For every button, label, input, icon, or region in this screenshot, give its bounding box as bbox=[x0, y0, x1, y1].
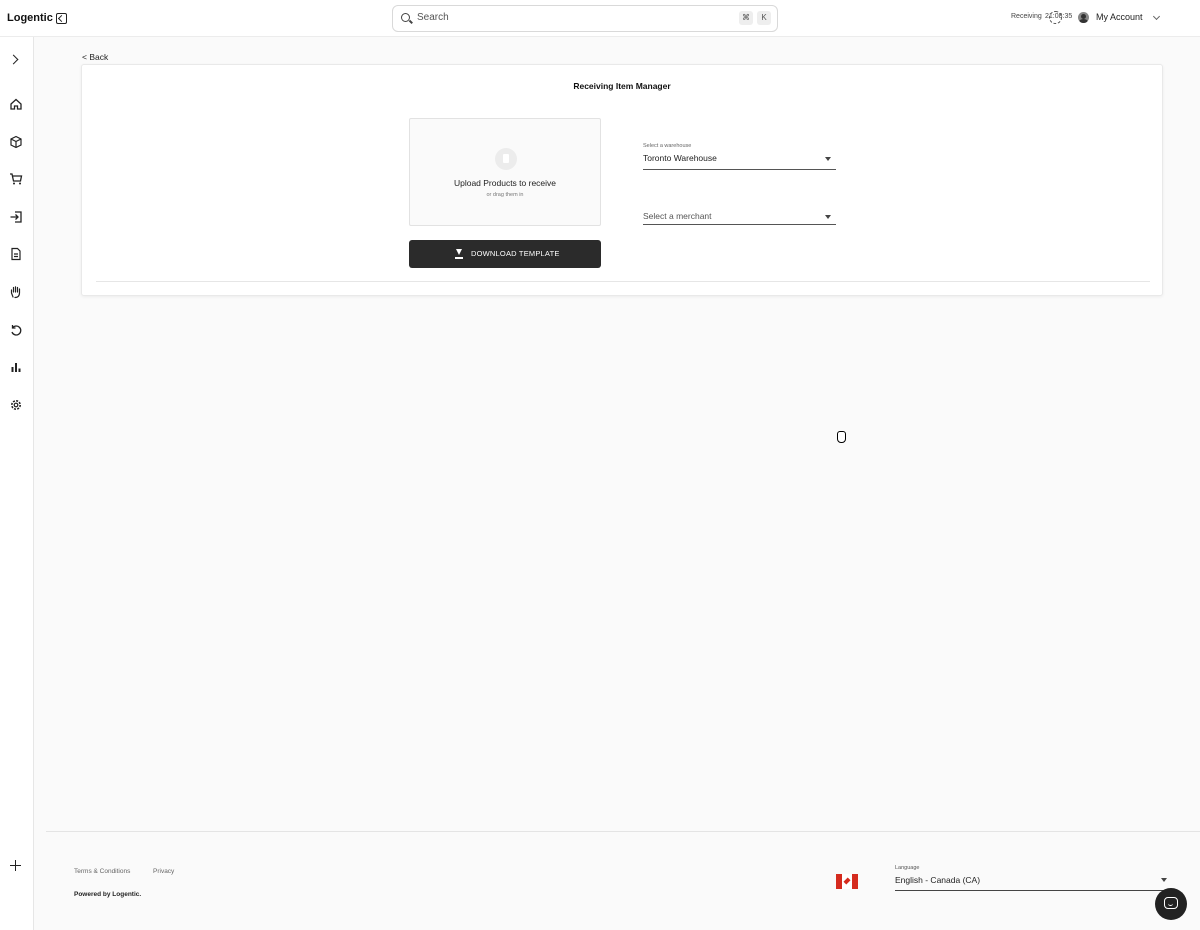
gear-icon[interactable] bbox=[9, 398, 23, 412]
caret-down-icon bbox=[825, 215, 831, 219]
home-icon[interactable] bbox=[9, 97, 23, 111]
divider bbox=[96, 281, 1150, 282]
warehouse-select[interactable]: Select a warehouse Toronto Warehouse bbox=[643, 141, 836, 170]
back-link[interactable]: < Back bbox=[82, 52, 108, 62]
sync-icon bbox=[1049, 11, 1062, 24]
upload-dropzone[interactable]: Upload Products to receive or drag them … bbox=[409, 118, 601, 226]
canada-flag-icon bbox=[836, 874, 858, 889]
download-template-label: DOWNLOAD TEMPLATE bbox=[471, 249, 560, 258]
download-template-button[interactable]: DOWNLOAD TEMPLATE bbox=[409, 240, 846, 443]
chevron-right-icon[interactable] bbox=[8, 54, 19, 65]
language-label: Language bbox=[895, 865, 920, 871]
avatar[interactable] bbox=[1078, 12, 1089, 23]
privacy-link[interactable]: Privacy bbox=[153, 868, 174, 875]
inbound-icon[interactable] bbox=[9, 210, 23, 224]
app-logo-text: Logentic bbox=[7, 12, 53, 24]
terms-link[interactable]: Terms & Conditions bbox=[74, 868, 130, 875]
merchant-select[interactable]: Select a merchant bbox=[643, 208, 836, 225]
language-value: English - Canada (CA) bbox=[895, 875, 981, 885]
merchant-placeholder: Select a merchant bbox=[643, 211, 712, 221]
powered-by-text: Powered by Logentic. bbox=[74, 891, 142, 898]
top-bar: Logentic Search ⌘ K Receiving 21:08:35 M… bbox=[0, 0, 1200, 37]
file-upload-icon bbox=[495, 148, 517, 170]
chat-button[interactable] bbox=[1155, 888, 1187, 920]
shortcut-key: K bbox=[757, 11, 771, 25]
document-icon[interactable] bbox=[9, 247, 23, 261]
box-icon[interactable] bbox=[9, 135, 23, 149]
search-icon bbox=[401, 13, 410, 22]
caret-down-icon bbox=[1161, 878, 1167, 882]
upload-subtitle: or drag them in bbox=[486, 192, 524, 198]
upload-title: Upload Products to receive bbox=[453, 178, 557, 188]
collapse-sidebar-icon[interactable] bbox=[55, 12, 67, 24]
cart-icon[interactable] bbox=[9, 172, 23, 186]
search-input[interactable]: Search bbox=[417, 12, 449, 23]
download-icon bbox=[455, 249, 463, 259]
plus-icon[interactable] bbox=[10, 860, 21, 871]
undo-icon[interactable] bbox=[9, 323, 23, 337]
footer-divider bbox=[46, 831, 1200, 832]
warehouse-label: Select a warehouse bbox=[643, 143, 692, 149]
language-select[interactable]: Language English - Canada (CA) bbox=[895, 864, 1171, 891]
page-title: Receiving Item Manager bbox=[573, 81, 671, 91]
receiving-card: Receiving Item Manager Upload Products t… bbox=[81, 64, 1163, 443]
command-key-icon: ⌘ bbox=[739, 11, 753, 25]
sidebar bbox=[0, 37, 34, 930]
warehouse-value: Toronto Warehouse bbox=[643, 153, 717, 163]
chevron-down-icon[interactable] bbox=[1152, 12, 1161, 21]
app-logo[interactable]: Logentic bbox=[7, 12, 67, 24]
bar-chart-icon[interactable] bbox=[9, 360, 23, 374]
chat-icon bbox=[1164, 897, 1178, 909]
caret-down-icon bbox=[825, 157, 831, 161]
search-bar[interactable]: Search ⌘ K bbox=[392, 5, 778, 32]
hand-icon[interactable] bbox=[9, 285, 23, 299]
my-account-button[interactable]: My Account bbox=[1096, 12, 1143, 22]
pointer-cursor-icon bbox=[837, 431, 846, 443]
status-label: Receiving bbox=[1011, 13, 1042, 20]
